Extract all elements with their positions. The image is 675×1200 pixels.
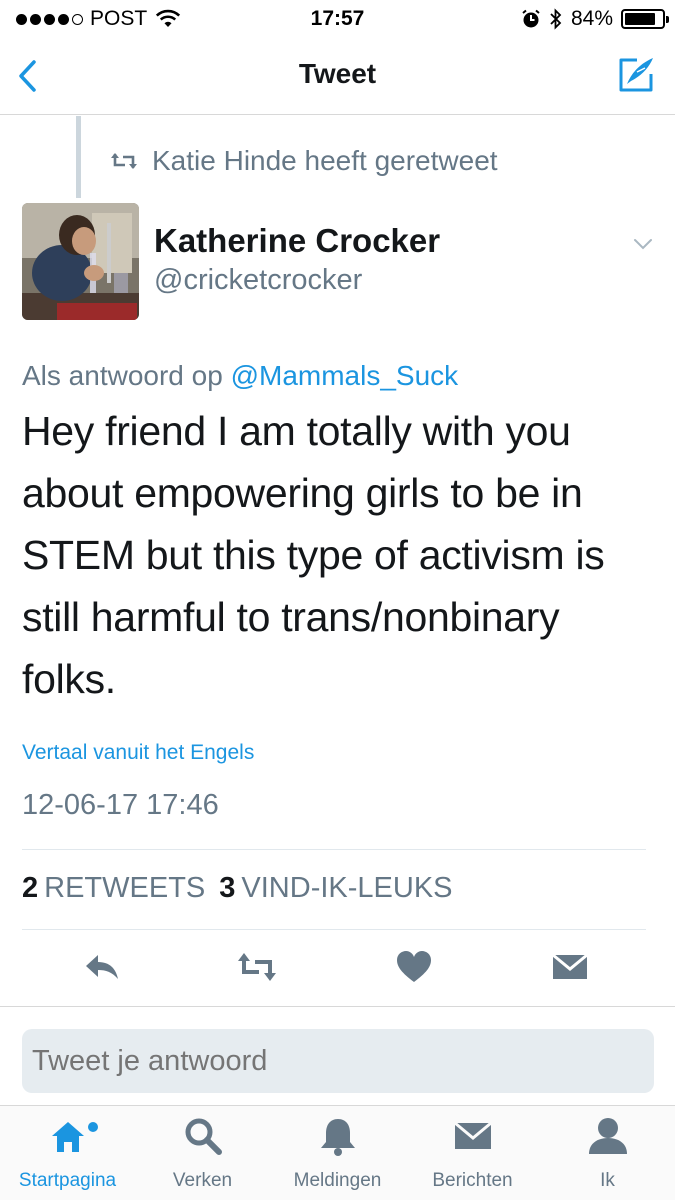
person-icon [586,1114,630,1158]
author-handle[interactable]: @cricketcrocker [154,264,362,297]
chevron-down-icon[interactable] [631,232,655,256]
divider [22,929,646,930]
retweet-stat[interactable]: 2 RETWEETS [22,872,205,905]
like-stat-label: VIND-IK-LEUKS [241,872,453,904]
tab-messages[interactable]: Berichten [405,1114,540,1192]
retweet-action-icon[interactable] [235,945,279,989]
tab-label: Ik [600,1170,615,1191]
page-title: Tweet [298,58,377,89]
bluetooth-icon [550,8,562,30]
tab-label: Berichten [432,1170,513,1191]
tab-bar: Startpagina Verken Meldingen Berichten I… [0,1105,675,1200]
alarm-icon [522,9,540,28]
home-icon [46,1114,98,1158]
divider [22,849,646,850]
direct-message-icon[interactable] [548,945,592,989]
thread-line [76,116,81,198]
retweet-count: 2 [22,872,39,904]
translate-link[interactable]: Vertaal vanuit het Engels [22,741,254,765]
reply-mention-link[interactable]: @Mammals_Suck [231,360,459,391]
like-stat[interactable]: 3 VIND-IK-LEUKS [219,872,452,905]
reply-to-line: Als antwoord op @Mammals_Suck [22,360,458,392]
tab-label: Verken [172,1170,233,1191]
reply-icon[interactable] [80,945,124,989]
retweet-icon [111,153,137,169]
tweet-text: Hey friend I am totally with you about e… [22,408,605,702]
battery-icon [621,9,669,29]
envelope-icon [451,1114,495,1158]
avatar-photo [22,203,139,320]
nav-bar: Tweet [0,38,675,115]
tweet-stats: 2 RETWEETS 3 VIND-IK-LEUKS [22,872,453,905]
tab-explore[interactable]: Verken [135,1114,270,1192]
tab-me[interactable]: Ik [540,1114,675,1192]
retweet-stat-label: RETWEETS [44,872,206,904]
reply-prefix: Als antwoord op [22,360,223,391]
search-icon [181,1114,225,1158]
retweet-context[interactable]: Katie Hinde heeft geretweet [110,145,498,177]
retweet-context-label: Katie Hinde heeft geretweet [152,145,498,176]
divider [0,1006,675,1007]
reply-input[interactable] [22,1029,654,1093]
tweet-timestamp: 12-06-17 17:46 [22,789,219,821]
tab-label: Startpagina [18,1170,117,1191]
compose-icon[interactable] [615,54,657,96]
status-bar: POST 17:57 84% [0,0,675,38]
notification-dot [87,1122,98,1132]
heart-icon[interactable] [392,945,436,989]
tweet-actions [0,945,675,990]
status-right: 84% [521,7,669,31]
tab-label: Meldingen [293,1170,382,1191]
tab-notifications[interactable]: Meldingen [270,1114,405,1192]
avatar[interactable] [22,203,139,320]
tab-home[interactable]: Startpagina [0,1114,135,1192]
like-count: 3 [219,872,236,904]
author-name[interactable]: Katherine Crocker [154,222,440,260]
bell-icon [316,1114,360,1158]
battery-percent: 84% [570,7,613,30]
